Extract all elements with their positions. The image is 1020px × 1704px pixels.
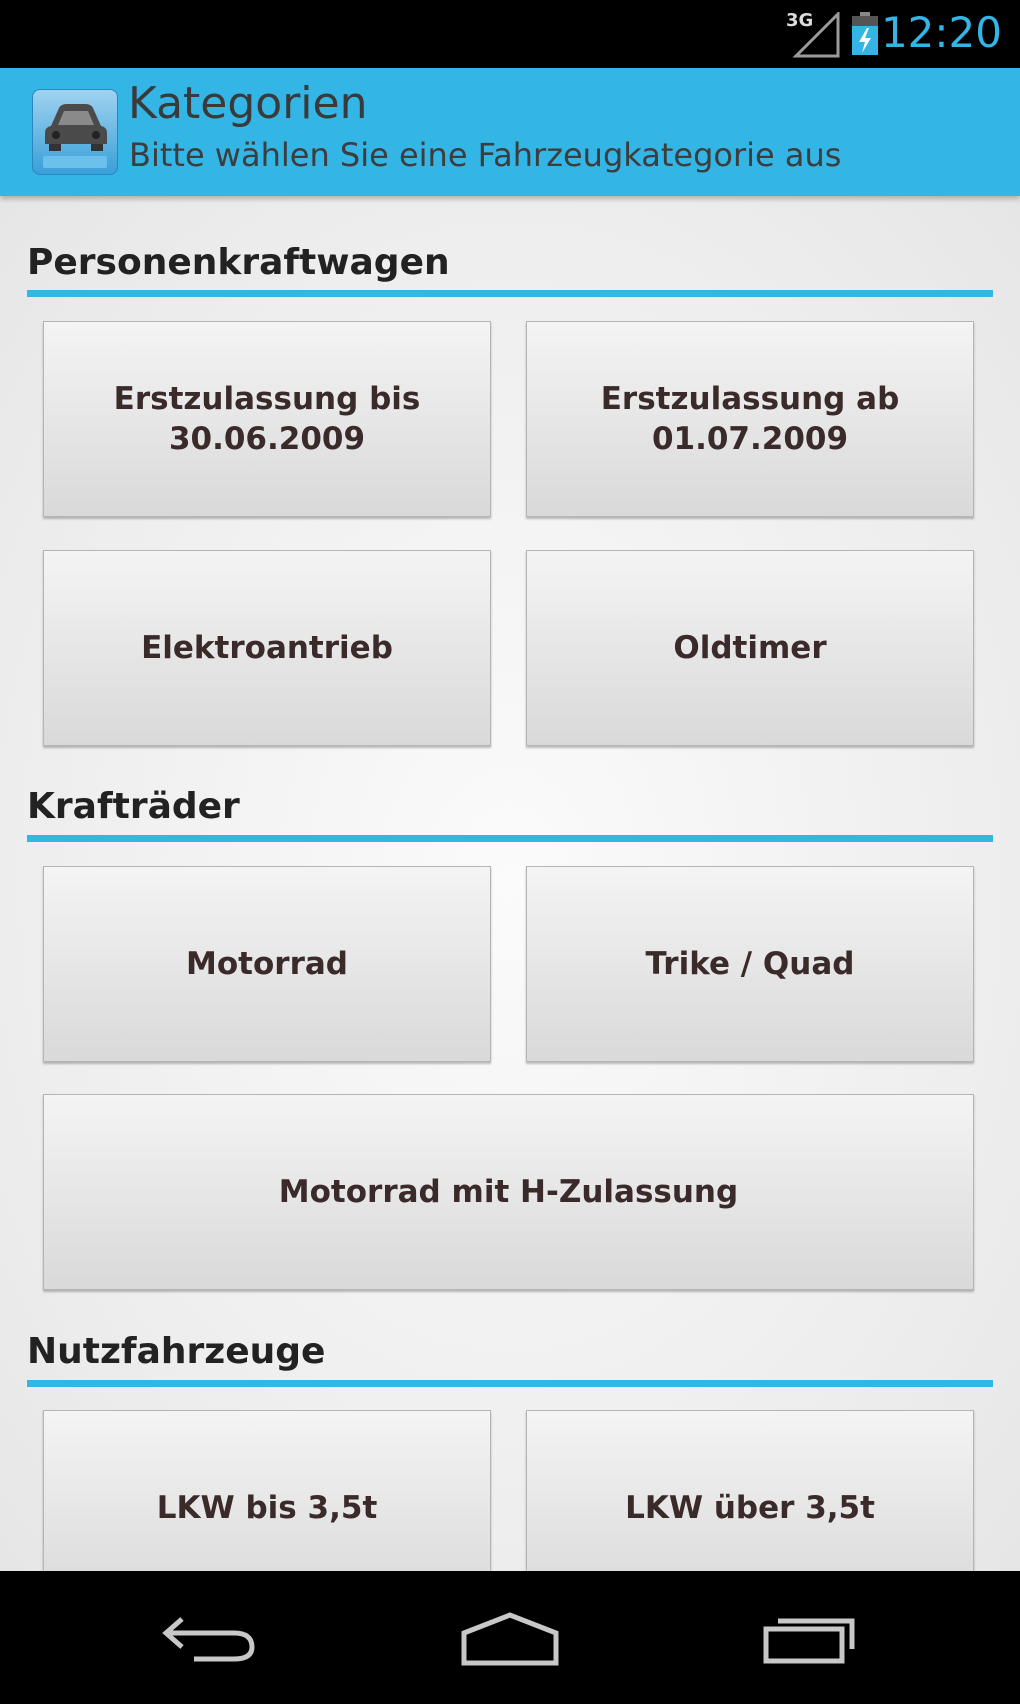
section-divider	[27, 1380, 993, 1387]
button-label: Trike / Quad	[645, 946, 855, 982]
button-label: Motorrad	[186, 946, 348, 982]
section-divider	[27, 835, 993, 842]
pkw-erstzulassung-bis-button[interactable]: Erstzulassung bis 30.06.2009	[43, 321, 491, 517]
car-icon	[45, 104, 107, 151]
section-title-nutzfahrzeuge: Nutzfahrzeuge	[27, 1331, 326, 1372]
lkw-ueber-button[interactable]: LKW über 3,5t	[526, 1410, 974, 1571]
status-clock: 12:20	[880, 8, 1002, 57]
action-bar: Kategorien Bitte wählen Sie eine Fahrzeu…	[0, 68, 1020, 196]
navigation-bar	[0, 1571, 1020, 1704]
motorrad-button[interactable]: Motorrad	[43, 866, 491, 1062]
button-label: Motorrad mit H-Zulassung	[278, 1174, 739, 1210]
battery-charging-icon	[852, 12, 878, 55]
motorrad-h-zulassung-button[interactable]: Motorrad mit H-Zulassung	[43, 1094, 974, 1290]
recent-apps-icon[interactable]	[752, 1601, 872, 1671]
pkw-erstzulassung-ab-button[interactable]: Erstzulassung ab 01.07.2009	[526, 321, 974, 517]
pkw-elektroantrieb-button[interactable]: Elektroantrieb	[43, 550, 491, 746]
trike-quad-button[interactable]: Trike / Quad	[526, 866, 974, 1062]
lkw-bis-button[interactable]: LKW bis 3,5t	[43, 1410, 491, 1571]
button-label: LKW über 3,5t	[625, 1490, 875, 1526]
signal-icon	[792, 12, 840, 58]
back-icon[interactable]	[152, 1601, 272, 1671]
section-title-kraftraeder: Krafträder	[27, 786, 240, 827]
section-divider	[27, 290, 993, 297]
button-label: LKW bis 3,5t	[156, 1490, 378, 1526]
button-label: Oldtimer	[673, 630, 827, 666]
button-label: Elektroantrieb	[141, 630, 393, 666]
home-icon[interactable]	[450, 1601, 570, 1671]
category-list[interactable]: Personenkraftwagen Erstzulassung bis 30.…	[0, 196, 1020, 1571]
section-title-pkw: Personenkraftwagen	[27, 242, 450, 283]
page-title: Kategorien	[128, 78, 368, 129]
pkw-oldtimer-button[interactable]: Oldtimer	[526, 550, 974, 746]
status-bar: 3G 12:20	[0, 0, 1020, 68]
page-subtitle: Bitte wählen Sie eine Fahrzeugkategorie …	[129, 136, 842, 174]
car-app-icon[interactable]	[32, 89, 118, 175]
button-label: Erstzulassung ab 01.07.2009	[600, 381, 900, 457]
button-label: Erstzulassung bis 30.06.2009	[113, 381, 421, 457]
